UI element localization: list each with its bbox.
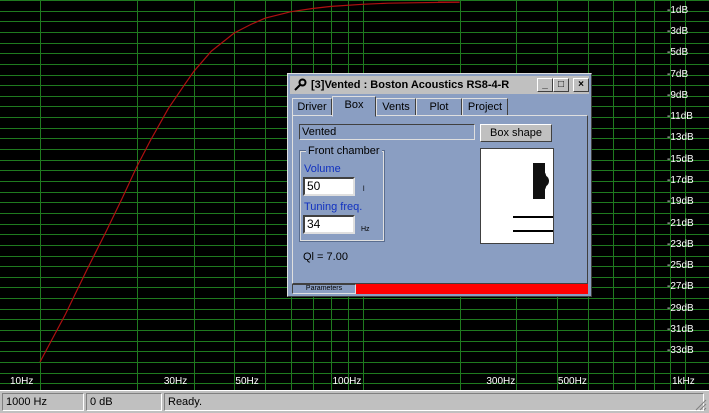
parameters-progress-row: Parameters	[292, 284, 588, 294]
db-tick-label: -1dB	[667, 4, 689, 16]
maximize-button[interactable]: □	[553, 78, 569, 92]
frequency-tick-label: 10Hz	[10, 376, 34, 387]
db-tick-label: -17dB	[667, 175, 694, 186]
status-bar: 1000 Hz 0 dB Ready.	[0, 390, 709, 413]
frequency-tick-label: 300Hz	[486, 376, 516, 387]
volume-input[interactable]: 50	[303, 177, 355, 196]
speaker-box-drawing	[513, 163, 553, 232]
box-tab-panel: Vented Box shape Front chamber Volume 50…	[292, 115, 588, 284]
resize-grip-icon[interactable]	[695, 399, 707, 411]
db-tick-label: -7dB	[667, 68, 689, 80]
db-tick-label: -31dB	[667, 324, 694, 336]
db-tick-label: -29dB	[667, 302, 694, 314]
box-type-field: Vented	[299, 124, 475, 140]
parameters-progress-bar	[356, 284, 588, 294]
db-tick-label: -25dB	[667, 260, 694, 272]
box-dialog: [3]Vented : Boston Acoustics RS8-4-R _ □…	[287, 73, 592, 297]
ql-value: Ql = 7.00	[303, 251, 348, 263]
db-tick-label: -5dB	[667, 47, 689, 59]
frequency-tick-label: 30Hz	[163, 376, 188, 387]
frequency-tick-label: 50Hz	[235, 376, 259, 387]
db-tick-label: -19dB	[667, 196, 694, 208]
close-button[interactable]: ×	[573, 78, 589, 92]
box-shape-button[interactable]: Box shape	[480, 124, 552, 142]
tab-vents[interactable]: Vents	[376, 98, 416, 116]
volume-label: Volume	[304, 163, 341, 175]
frequency-tick-label: 1kHz	[672, 376, 695, 387]
status-level: 0 dB	[86, 393, 162, 411]
volume-unit: l	[363, 186, 365, 193]
parameters-label: Parameters	[292, 284, 356, 294]
db-tick-label: -27dB	[667, 281, 694, 293]
tab-box[interactable]: Box	[332, 96, 376, 117]
frequency-tick-label: 100Hz	[332, 376, 362, 387]
db-tick-label: -11dB	[667, 111, 693, 123]
progress-fill	[356, 284, 588, 294]
minimize-button[interactable]: _	[537, 78, 553, 92]
dialog-titlebar[interactable]: [3]Vented : Boston Acoustics RS8-4-R _ □…	[290, 76, 589, 94]
db-tick-label: -3dB	[667, 25, 689, 37]
front-chamber-legend: Front chamber	[306, 144, 382, 158]
tuning-freq-label: Tuning freq.	[304, 201, 363, 213]
dialog-title: [3]Vented : Boston Acoustics RS8-4-R	[311, 79, 510, 91]
db-tick-label: -9dB	[667, 89, 689, 101]
tab-driver[interactable]: Driver	[292, 98, 332, 116]
tuning-freq-unit: Hz	[361, 226, 370, 233]
db-tick-label: -15dB	[667, 153, 694, 165]
box-preview-image	[480, 148, 554, 244]
tab-project[interactable]: Project	[462, 98, 508, 116]
tab-plot[interactable]: Plot	[416, 98, 462, 116]
status-state: Ready.	[164, 393, 704, 411]
tuning-freq-input[interactable]: 34	[303, 215, 355, 234]
db-tick-label: -21dB	[667, 217, 694, 229]
dialog-tabs: Driver Box Vents Plot Project	[292, 96, 588, 117]
frequency-tick-label: 500Hz	[557, 376, 587, 387]
speaker-wrench-icon	[294, 78, 307, 91]
db-tick-label: -23dB	[667, 238, 694, 250]
status-frequency: 1000 Hz	[2, 393, 84, 411]
db-tick-label: -13dB	[667, 132, 694, 144]
db-tick-label: -33dB	[667, 345, 694, 357]
front-chamber-group: Front chamber Volume 50 l Tuning freq. 3…	[299, 144, 385, 242]
